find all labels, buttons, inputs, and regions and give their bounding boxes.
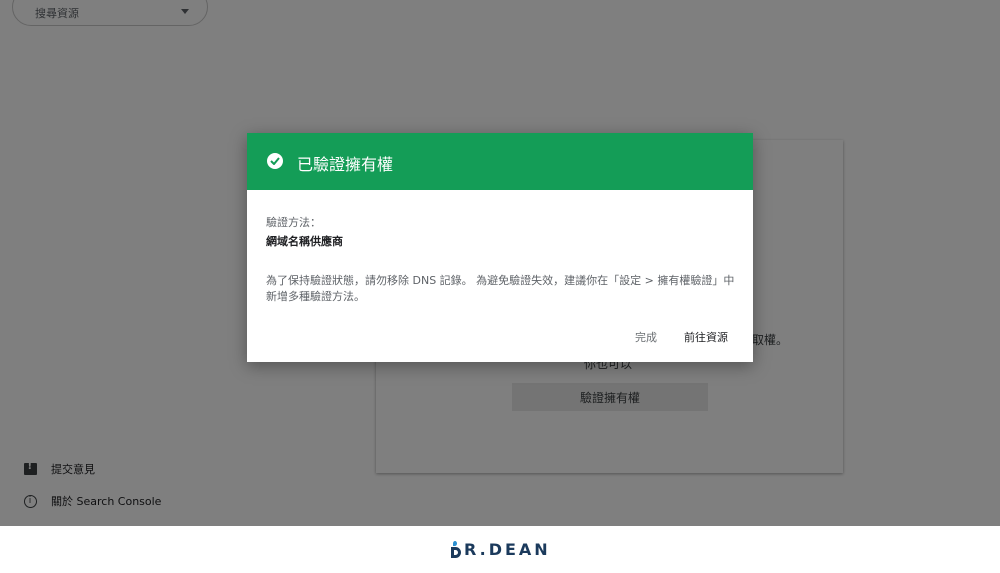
dialog-title: 已驗證擁有權	[297, 155, 394, 174]
verification-note: 為了保持驗證狀態，請勿移除 DNS 記錄。 為避免驗證失效，建議你在「設定 > …	[266, 274, 735, 303]
check-circle-icon	[267, 153, 283, 169]
dialog-header: 已驗證擁有權	[247, 133, 753, 190]
done-button[interactable]: 完成	[635, 329, 657, 345]
brand-mark-icon	[451, 540, 462, 559]
go-to-property-button[interactable]: 前往資源	[684, 329, 728, 345]
ownership-verified-dialog: 已驗證擁有權 驗證方法： 網域名稱供應商 為了保持驗證狀態，請勿移除 DNS 記…	[247, 133, 753, 362]
dialog-actions: 完成 前往資源	[635, 329, 728, 345]
dialog-body: 驗證方法： 網域名稱供應商 為了保持驗證狀態，請勿移除 DNS 記錄。 為避免驗…	[247, 190, 753, 305]
footer-watermark: R.DEAN	[0, 526, 1000, 573]
brand-logo: R.DEAN	[451, 540, 551, 559]
verification-method-label: 驗證方法：	[266, 216, 321, 229]
verification-method-value: 網域名稱供應商	[266, 235, 343, 248]
brand-text: R.DEAN	[464, 540, 551, 559]
